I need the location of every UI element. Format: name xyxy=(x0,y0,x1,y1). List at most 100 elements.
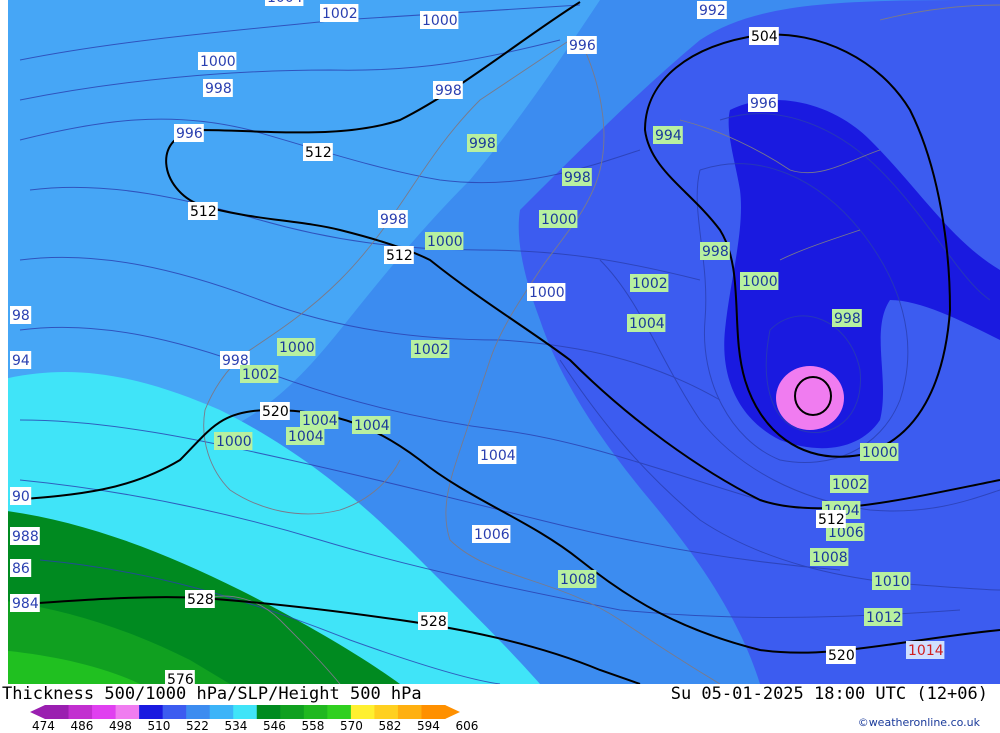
isobar-label: 1010 xyxy=(872,572,911,590)
svg-text:86: 86 xyxy=(12,561,30,577)
isobar-label: 1006 xyxy=(472,525,511,543)
isobar-label: 98 xyxy=(10,306,32,324)
svg-text:1002: 1002 xyxy=(413,342,449,358)
colorbar-swatch xyxy=(303,705,328,719)
colorbar-tick-label: 522 xyxy=(186,719,209,733)
isobar-label: 1000 xyxy=(740,272,779,290)
svg-text:1002: 1002 xyxy=(632,276,668,292)
svg-text:998: 998 xyxy=(834,311,861,327)
isobar-label: 1000 xyxy=(539,210,578,228)
isobar-label: 984 xyxy=(10,594,40,612)
height-label: 512 xyxy=(384,246,414,264)
svg-text:1014: 1014 xyxy=(908,643,944,659)
svg-text:504: 504 xyxy=(751,29,778,45)
svg-text:1002: 1002 xyxy=(242,367,278,383)
isobar-label: 1002 xyxy=(830,475,869,493)
svg-text:996: 996 xyxy=(569,38,596,54)
isobar-label: 998 xyxy=(203,79,233,97)
svg-text:1004: 1004 xyxy=(629,316,665,332)
isobar-label: 992 xyxy=(697,1,727,19)
colorbar-swatch xyxy=(68,705,93,719)
isobar-label: 1014 xyxy=(906,641,945,659)
svg-text:1010: 1010 xyxy=(874,574,910,590)
isobar-label: 998 xyxy=(700,242,730,260)
svg-text:1000: 1000 xyxy=(541,212,577,228)
colorbar-tick-label: 582 xyxy=(378,719,402,733)
svg-text:512: 512 xyxy=(818,512,845,528)
isobar-label: 1000 xyxy=(860,443,899,461)
isobar-label: 998 xyxy=(433,81,463,99)
svg-text:1008: 1008 xyxy=(812,550,848,566)
colorbar-tick-label: 594 xyxy=(417,719,440,733)
svg-text:1000: 1000 xyxy=(427,234,463,250)
colorbar-swatch xyxy=(162,705,187,719)
svg-text:1000: 1000 xyxy=(200,54,236,70)
colorbar-swatch xyxy=(45,705,70,719)
isobar-label: 996 xyxy=(567,36,597,54)
svg-text:1008: 1008 xyxy=(560,572,596,588)
svg-text:992: 992 xyxy=(699,3,726,19)
svg-text:998: 998 xyxy=(205,81,232,97)
thickness-band-486 xyxy=(776,366,844,430)
colorbar-swatch xyxy=(256,705,281,719)
colorbar-swatch xyxy=(397,705,422,719)
colorbar-tick-label: 498 xyxy=(109,719,132,733)
svg-text:1004: 1004 xyxy=(267,0,303,6)
svg-text:1002: 1002 xyxy=(832,477,868,493)
svg-text:520: 520 xyxy=(828,648,855,664)
colorbar-left-arrow xyxy=(30,705,45,719)
height-label: 528 xyxy=(185,590,215,608)
svg-text:998: 998 xyxy=(702,244,729,260)
svg-text:1000: 1000 xyxy=(422,13,458,29)
svg-text:1006: 1006 xyxy=(474,527,510,543)
isobar-label: 1000 xyxy=(214,432,253,450)
svg-text:528: 528 xyxy=(187,592,214,608)
svg-text:94: 94 xyxy=(12,353,30,369)
isobar-label: 1002 xyxy=(320,4,359,22)
isobar-label: 1004 xyxy=(265,0,304,6)
colorbar-right-arrow xyxy=(445,705,460,719)
isobar-label: 86 xyxy=(10,559,32,577)
colorbar-tick-label: 510 xyxy=(147,719,171,733)
colorbar-swatch xyxy=(209,705,234,719)
valid-time: Su 05-01-2025 18:00 UTC (12+06) xyxy=(670,684,988,704)
isobar-label: 1008 xyxy=(558,570,597,588)
colorbar-swatch xyxy=(115,705,140,719)
map-title: Thickness 500/1000 hPa/SLP/Height 500 hP… xyxy=(2,684,422,704)
isobar-label: 998 xyxy=(562,168,592,186)
height-label: 512 xyxy=(303,143,333,161)
svg-text:98: 98 xyxy=(12,308,30,324)
svg-text:576: 576 xyxy=(167,672,194,684)
colorbar-swatch xyxy=(280,705,305,719)
svg-text:998: 998 xyxy=(435,83,462,99)
isobar-label: 1004 xyxy=(286,427,325,445)
height-label: 504 xyxy=(749,27,779,45)
svg-text:1004: 1004 xyxy=(302,413,338,429)
colorbar-swatch xyxy=(92,705,117,719)
svg-text:988: 988 xyxy=(12,529,39,545)
isobar-label: 1004 xyxy=(627,314,666,332)
isobar-label: 1000 xyxy=(425,232,464,250)
svg-text:1004: 1004 xyxy=(288,429,324,445)
svg-text:994: 994 xyxy=(655,128,682,144)
height-label: 520 xyxy=(260,402,290,420)
colorbar-tick-label: 558 xyxy=(301,719,325,733)
svg-text:996: 996 xyxy=(176,126,203,142)
weather-map: 1004100210009929961000998998996996994998… xyxy=(8,0,1000,684)
svg-text:1000: 1000 xyxy=(279,340,315,356)
credit-link[interactable]: ©weatheronline.co.uk xyxy=(858,716,980,729)
isobar-label: 998 xyxy=(467,134,497,152)
isobar-label: 1004 xyxy=(478,446,517,464)
height-label: 520 xyxy=(826,646,856,664)
isobar-label: 996 xyxy=(174,124,204,142)
colorbar-tick-label: 474 xyxy=(32,719,55,733)
svg-text:996: 996 xyxy=(750,96,777,112)
isobar-label: 1000 xyxy=(527,283,566,301)
svg-text:1004: 1004 xyxy=(480,448,516,464)
height-label: 512 xyxy=(816,510,846,528)
colorbar-swatch xyxy=(350,705,375,719)
colorbar-tick-label: 534 xyxy=(224,719,248,733)
isobar-label: 998 xyxy=(832,309,862,327)
svg-text:1004: 1004 xyxy=(354,418,390,434)
svg-text:1000: 1000 xyxy=(216,434,252,450)
